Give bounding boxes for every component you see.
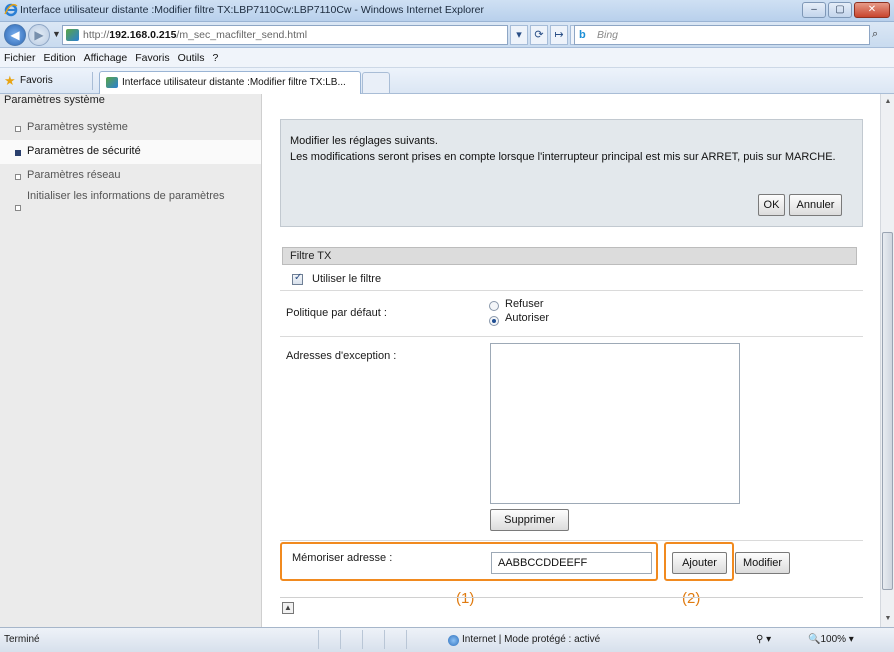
- tab-label: Interface utilisateur distante :Modifier…: [122, 77, 346, 88]
- default-policy-row: Politique par défaut : Refuser Autoriser: [280, 291, 863, 337]
- scroll-up-icon[interactable]: ▲: [882, 95, 894, 109]
- vertical-scrollbar[interactable]: ▲ ▼: [880, 94, 894, 627]
- favorites-button[interactable]: Favoris: [20, 75, 53, 86]
- bullet-icon: [15, 126, 21, 132]
- section-header: Filtre TX: [282, 247, 857, 265]
- sidebar-item-label: Paramètres de sécurité: [27, 145, 141, 157]
- url-text: http://192.168.0.215/m_sec_macfilter_sen…: [83, 29, 308, 41]
- page-content: Paramètres système Paramètres système Pa…: [0, 94, 880, 627]
- favorites-bar: ★ Favoris Interface utilisateur distante…: [0, 68, 894, 94]
- delete-button[interactable]: Supprimer: [490, 509, 569, 531]
- sidebar-item-label: Initialiser les informations de paramètr…: [27, 190, 225, 202]
- add-button[interactable]: Ajouter: [672, 552, 727, 574]
- status-bar: Terminé Internet | Mode protégé : activé…: [0, 627, 894, 652]
- bullet-icon: [15, 205, 21, 211]
- menu-view[interactable]: Affichage: [84, 52, 128, 64]
- menu-file[interactable]: Fichier: [4, 52, 36, 64]
- exception-addresses-label: Adresses d'exception :: [286, 350, 397, 362]
- history-dropdown-icon[interactable]: ▼: [52, 29, 61, 39]
- status-text: Terminé: [4, 634, 40, 645]
- status-cell: [340, 630, 362, 649]
- default-policy-label: Politique par défaut :: [286, 307, 387, 319]
- status-cell: [362, 630, 384, 649]
- internet-zone-icon: [448, 635, 459, 646]
- bing-icon: b: [579, 29, 586, 41]
- exception-addresses-list[interactable]: [490, 343, 740, 504]
- close-icon[interactable]: ✕: [854, 2, 890, 18]
- menu-help[interactable]: ?: [213, 52, 219, 64]
- menu-bar: Fichier Edition Affichage Favoris Outils…: [0, 48, 894, 68]
- cancel-button[interactable]: Annuler: [789, 194, 842, 216]
- sidebar-item-label: Paramètres système: [27, 121, 128, 133]
- status-cell: [318, 630, 340, 649]
- sidebar-item-label: Paramètres réseau: [27, 169, 121, 181]
- section-title: Filtre TX: [290, 250, 332, 262]
- window-title-bar: Interface utilisateur distante :Modifier…: [0, 0, 894, 22]
- address-bar: ◀ ▶ ▼ http://192.168.0.215/m_sec_macfilt…: [0, 22, 894, 48]
- store-address-input[interactable]: AABBCCDDEEFF: [491, 552, 652, 574]
- divider: [92, 72, 93, 90]
- tab-site-icon: [106, 77, 118, 88]
- use-filter-checkbox[interactable]: [292, 272, 303, 285]
- sidebar-item-security-settings[interactable]: Paramètres de sécurité: [0, 140, 261, 164]
- new-tab-button[interactable]: [362, 72, 390, 93]
- protected-mode-tools-icon[interactable]: ⚲ ▾: [756, 634, 771, 645]
- radio-allow-label: Autoriser: [505, 312, 550, 324]
- search-placeholder: Bing: [597, 29, 619, 41]
- go-icon[interactable]: ↦: [550, 25, 568, 45]
- store-address-value: AABBCCDDEEFF: [498, 557, 588, 569]
- zoom-level[interactable]: 🔍100% ▾: [808, 634, 854, 645]
- use-filter-row: Utiliser le filtre: [280, 269, 863, 291]
- site-icon: [66, 29, 79, 41]
- radio-refuse[interactable]: [489, 301, 499, 311]
- menu-favorites[interactable]: Favoris: [135, 52, 169, 64]
- sidebar-heading: Paramètres système: [4, 94, 105, 106]
- sidebar-item-network-settings[interactable]: Paramètres réseau: [0, 164, 261, 188]
- bullet-icon: [15, 174, 21, 180]
- forward-button[interactable]: ▶: [28, 24, 50, 46]
- callout-1: (1): [456, 590, 475, 607]
- sidebar: Paramètres système Paramètres système Pa…: [0, 94, 262, 627]
- refresh-icon[interactable]: ⟳: [530, 25, 548, 45]
- divider: [280, 597, 863, 598]
- favorites-star-icon[interactable]: ★: [4, 73, 16, 89]
- radio-refuse-label: Refuser: [505, 298, 544, 310]
- store-address-label: Mémoriser adresse :: [292, 552, 393, 564]
- notice-line-2: Les modifications seront prises en compt…: [290, 151, 836, 163]
- bullet-icon: [15, 150, 21, 156]
- status-cell: [384, 630, 406, 649]
- minimize-icon[interactable]: –: [802, 2, 826, 18]
- modify-button[interactable]: Modifier: [735, 552, 790, 574]
- menu-tools[interactable]: Outils: [178, 52, 205, 64]
- main-panel: Modifier les réglages suivants. Les modi…: [262, 94, 880, 627]
- notice-line-1: Modifier les réglages suivants.: [290, 135, 438, 147]
- back-to-top-icon[interactable]: ▲: [282, 602, 294, 614]
- compatibility-view-icon[interactable]: ▾: [510, 25, 528, 45]
- menu-edit[interactable]: Edition: [44, 52, 76, 64]
- search-input[interactable]: b Bing: [574, 25, 870, 45]
- exception-addresses-row: Adresses d'exception : Supprimer: [280, 337, 863, 541]
- status-cell: [406, 630, 428, 649]
- maximize-icon[interactable]: ▢: [828, 2, 852, 18]
- back-button[interactable]: ◀: [4, 24, 26, 46]
- callout-2: (2): [682, 590, 701, 607]
- security-zone-text[interactable]: Internet | Mode protégé : activé: [462, 634, 600, 645]
- url-field[interactable]: http://192.168.0.215/m_sec_macfilter_sen…: [62, 25, 508, 45]
- window-title: Interface utilisateur distante :Modifier…: [20, 4, 484, 16]
- sidebar-item-reset-settings[interactable]: Initialiser les informations de paramètr…: [0, 189, 261, 223]
- search-icon[interactable]: ⌕: [872, 28, 878, 41]
- radio-allow[interactable]: [489, 316, 499, 326]
- ok-button[interactable]: OK: [758, 194, 785, 216]
- scrollbar-thumb[interactable]: [882, 232, 893, 590]
- sidebar-item-system-settings[interactable]: Paramètres système: [0, 116, 261, 140]
- scroll-down-icon[interactable]: ▼: [882, 612, 894, 626]
- browser-tab[interactable]: Interface utilisateur distante :Modifier…: [99, 71, 361, 94]
- notice-box: Modifier les réglages suivants. Les modi…: [280, 119, 863, 227]
- internet-explorer-icon: [4, 3, 18, 17]
- use-filter-label: Utiliser le filtre: [312, 273, 382, 285]
